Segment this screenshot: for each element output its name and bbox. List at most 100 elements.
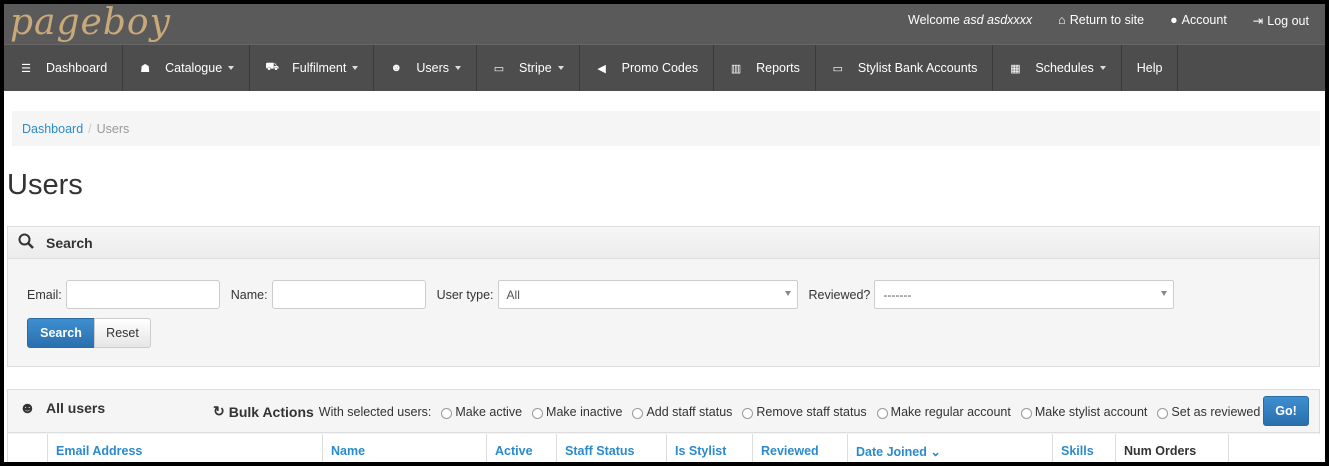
- logout-label: Log out: [1267, 14, 1309, 28]
- column-actions: [1229, 434, 1321, 462]
- column-staff-status[interactable]: Staff Status: [557, 434, 667, 462]
- name-label: Name:: [230, 287, 268, 302]
- nav-item-stripe[interactable]: ▭ Stripe: [477, 45, 580, 91]
- cart-icon: ⛟: [265, 61, 280, 73]
- radio-icon: [876, 407, 888, 419]
- account-label: Account: [1181, 13, 1227, 27]
- radio-icon: [1020, 407, 1032, 419]
- column-skills[interactable]: Skills: [1053, 434, 1116, 462]
- user-icon: ●: [1170, 13, 1178, 27]
- nav-item-schedules[interactable]: ▦ Schedules: [993, 45, 1122, 91]
- users-table-header: Email Address Name Active Staff Status I…: [8, 434, 1321, 462]
- radio-icon: [1157, 407, 1169, 419]
- radio-icon: [632, 407, 644, 419]
- search-heading: Search: [46, 234, 93, 251]
- column-email-address[interactable]: Email Address: [48, 434, 323, 462]
- email-field[interactable]: [65, 280, 220, 309]
- column-num-orders: Num Orders: [1116, 434, 1229, 462]
- reviewed-value: -------: [883, 288, 912, 302]
- users-panel-header: ☻ All users ↻ Bulk Actions With selected…: [8, 390, 1319, 433]
- nav-label: Stylist Bank Accounts: [857, 61, 978, 75]
- reset-button[interactable]: Reset: [94, 318, 151, 348]
- return-to-site-link[interactable]: ⌂ Return to site: [1058, 13, 1144, 28]
- search-panel: Search Email: Name: User type: All Revie…: [7, 226, 1320, 367]
- column-active[interactable]: Active: [487, 434, 557, 462]
- nav-label: Users: [416, 61, 449, 75]
- breadcrumb-dashboard-link[interactable]: Dashboard: [22, 122, 83, 136]
- chevron-down-icon: ⌄: [930, 445, 941, 459]
- app-frame: pageboy Welcome asd asdxxxx ⌂ Return to s…: [4, 4, 1325, 462]
- column-date-joined[interactable]: Date Joined ⌄: [848, 434, 1053, 462]
- name-field[interactable]: [271, 280, 426, 309]
- users-icon: ☻: [390, 62, 403, 74]
- sitemap-icon: ☗: [140, 62, 151, 75]
- chevron-down-icon: [784, 291, 791, 296]
- bulk-option-label: Add staff status: [646, 404, 733, 419]
- users-panel: ☻ All users ↻ Bulk Actions With selected…: [7, 389, 1321, 462]
- nav-label: Reports: [756, 61, 800, 75]
- bulk-option-make-inactive[interactable]: Make inactive: [532, 405, 622, 419]
- breadcrumb-separator: /: [88, 122, 92, 136]
- user-type-select[interactable]: All: [497, 280, 798, 309]
- reviewed-select[interactable]: -------: [874, 280, 1175, 309]
- nav-item-promo-codes[interactable]: ◀ Promo Codes: [580, 45, 715, 91]
- bulk-option-make-active[interactable]: Make active: [441, 405, 522, 419]
- caret-down-icon: [557, 66, 564, 70]
- column-name[interactable]: Name: [323, 434, 487, 462]
- user-type-label: User type:: [436, 287, 494, 302]
- nav-label: Schedules: [1035, 61, 1094, 75]
- nav-label: Stripe: [519, 61, 552, 75]
- bulk-option-label: Make inactive: [546, 404, 623, 419]
- search-form-row: Email: Name: User type: All Reviewed? --…: [27, 280, 1185, 309]
- credit-card-icon: ▭: [832, 62, 844, 75]
- logout-icon: ⇥: [1252, 14, 1264, 28]
- column-is-stylist[interactable]: Is Stylist: [667, 434, 753, 462]
- return-to-site-label: Return to site: [1069, 13, 1145, 27]
- caret-down-icon: [228, 66, 235, 70]
- refresh-icon: ↻: [213, 403, 225, 419]
- brand-logo[interactable]: pageboy: [10, 4, 171, 43]
- go-button[interactable]: Go!: [1263, 396, 1309, 426]
- email-label: Email:: [27, 287, 62, 302]
- select-all-column[interactable]: [8, 434, 48, 462]
- nav-item-catalogue[interactable]: ☗ Catalogue: [123, 45, 251, 91]
- bulk-option-make-stylist-account[interactable]: Make stylist account: [1020, 404, 1148, 419]
- radio-icon: [441, 407, 453, 419]
- list-icon: ☰: [21, 62, 31, 75]
- bulk-option-remove-staff-status[interactable]: Remove staff status: [742, 404, 867, 419]
- bulk-actions-title: Bulk Actions: [228, 403, 314, 420]
- nav-item-users[interactable]: ☻ Users: [374, 45, 477, 91]
- bulk-option-make-regular-account[interactable]: Make regular account: [876, 404, 1011, 419]
- users-icon: ☻: [19, 400, 36, 417]
- breadcrumb-current: Users: [96, 122, 130, 136]
- nav-item-fulfilment[interactable]: ⛟ Fulfilment: [250, 45, 375, 91]
- search-icon: [18, 233, 34, 253]
- home-icon: ⌂: [1058, 13, 1066, 27]
- search-button[interactable]: Search: [27, 318, 95, 348]
- welcome-prefix: Welcome: [908, 13, 960, 27]
- breadcrumb: Dashboard / Users: [12, 111, 1320, 146]
- logout-link[interactable]: ⇥ Log out: [1253, 13, 1309, 28]
- top-bar: pageboy Welcome asd asdxxxx ⌂ Return to s…: [4, 4, 1325, 44]
- column-reviewed[interactable]: Reviewed: [753, 434, 848, 462]
- caret-down-icon: [455, 66, 461, 70]
- search-buttons: Search Reset: [27, 318, 151, 348]
- caret-down-icon: [1099, 66, 1106, 70]
- search-panel-header: Search: [8, 227, 1319, 259]
- bulk-option-set-as-reviewed[interactable]: Set as reviewed: [1157, 405, 1260, 419]
- bulk-option-label: Make stylist account: [1034, 404, 1148, 419]
- nav-label: Catalogue: [165, 61, 223, 75]
- users-heading: All users: [46, 400, 106, 416]
- bulk-option-label: Make active: [455, 404, 523, 419]
- bulk-option-add-staff-status[interactable]: Add staff status: [632, 405, 732, 419]
- nav-item-reports[interactable]: ▥ Reports: [714, 45, 816, 91]
- bulk-option-label: Make regular account: [890, 404, 1011, 419]
- bullhorn-icon: ◀: [597, 62, 606, 75]
- bulk-actions-subtitle: With selected users:: [318, 404, 432, 419]
- account-link[interactable]: ● Account: [1170, 13, 1227, 28]
- nav-item-help[interactable]: Help: [1122, 45, 1179, 91]
- nav-item-dashboard[interactable]: ☰ Dashboard: [4, 45, 124, 91]
- nav-item-stylist-bank-accounts[interactable]: ▭ Stylist Bank Accounts: [816, 45, 994, 91]
- credit-card-icon: ▭: [493, 62, 505, 75]
- bulk-option-label: Remove staff status: [756, 404, 867, 419]
